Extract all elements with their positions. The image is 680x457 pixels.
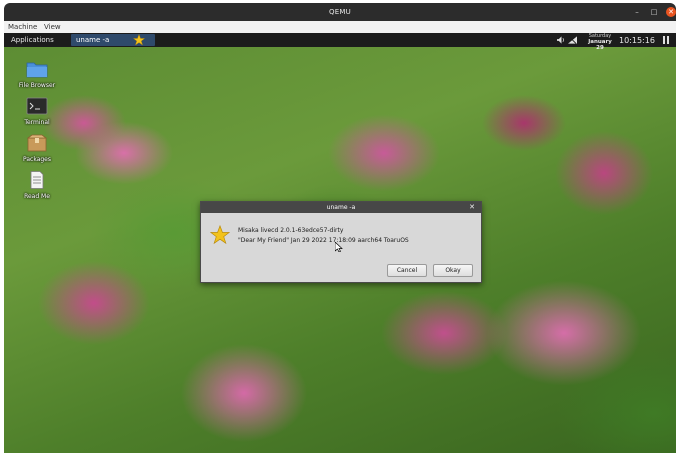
clock-time[interactable]: 10:15:16 — [619, 36, 655, 45]
terminal-icon — [26, 97, 48, 115]
guest-desktop: Applications uname -a Saturday January 2… — [4, 33, 676, 453]
dialog-close-icon[interactable]: ✕ — [469, 203, 475, 211]
volume-icon[interactable] — [557, 36, 566, 44]
top-panel: Applications uname -a Saturday January 2… — [4, 33, 676, 51]
desktop-icon-packages[interactable]: Packages — [15, 134, 59, 163]
uname-dialog: uname -a ✕ Misaka livecd 2.0.1-63edce57-… — [200, 201, 482, 283]
qemu-titlebar: QEMU – □ ✕ — [4, 3, 676, 21]
clock-date: January 29 — [588, 39, 612, 51]
maximize-button[interactable]: □ — [649, 7, 659, 17]
close-button[interactable]: ✕ — [666, 7, 676, 17]
star-icon — [133, 34, 145, 46]
taskbar-item-label: uname -a — [76, 36, 110, 44]
mouse-cursor-icon — [335, 242, 343, 252]
menu-machine[interactable]: Machine — [8, 23, 37, 31]
package-icon — [26, 134, 48, 152]
desktop-icon-terminal[interactable]: Terminal — [15, 97, 59, 126]
desktop-icon-read-me[interactable]: Read Me — [15, 171, 59, 200]
dialog-title: uname -a — [326, 204, 356, 211]
cancel-button[interactable]: Cancel — [387, 264, 427, 277]
desktop-icon-label: Read Me — [24, 193, 50, 200]
minimize-button[interactable]: – — [632, 7, 642, 17]
desktop-icon-label: Terminal — [24, 119, 50, 126]
applications-menu[interactable]: Applications — [11, 36, 54, 44]
desktop-icon-label: Packages — [23, 156, 51, 163]
desktop-icon-file-browser[interactable]: File Browser — [15, 60, 59, 89]
star-icon — [210, 225, 230, 245]
dialog-message-line2: "Dear My Friend" Jan 29 2022 17:18:09 aa… — [238, 237, 409, 244]
okay-button[interactable]: Okay — [433, 264, 473, 277]
window-title: QEMU — [329, 8, 351, 16]
menu-view[interactable]: View — [44, 23, 61, 31]
network-icon[interactable] — [568, 36, 577, 44]
logout-icon[interactable] — [662, 35, 670, 45]
taskbar-item-uname[interactable]: uname -a — [71, 34, 155, 46]
folder-icon — [26, 62, 48, 78]
desktop-icon-label: File Browser — [18, 82, 56, 89]
document-icon — [30, 171, 44, 189]
dialog-message-line1: Misaka livecd 2.0.1-63edce57-dirty — [238, 227, 344, 234]
dialog-titlebar[interactable]: uname -a ✕ — [201, 202, 481, 213]
